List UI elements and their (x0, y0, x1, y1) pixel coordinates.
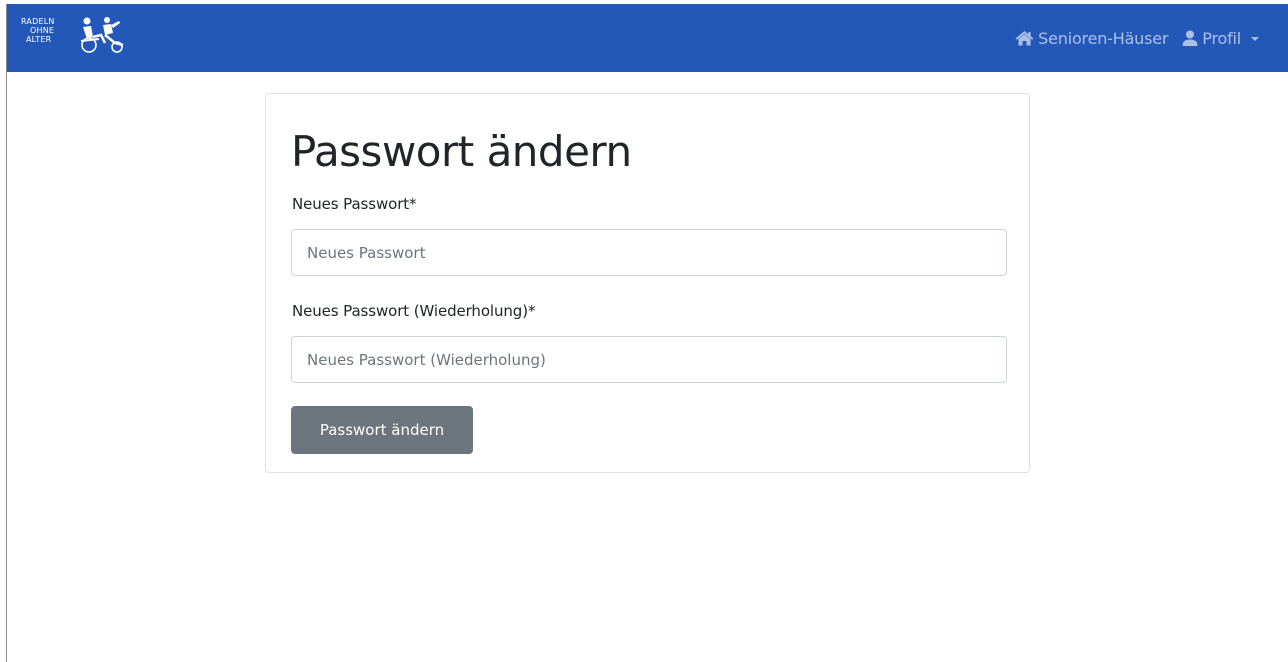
brand-wordmark: RADELN OHNE ALTER (21, 17, 55, 44)
nav-link-label: Profil (1202, 28, 1241, 48)
rickshaw-logo-icon (80, 17, 124, 53)
new-password-label: Neues Passwort* (292, 195, 417, 213)
chevron-down-icon (1251, 36, 1259, 41)
brand-line-3: ALTER (26, 35, 52, 44)
top-navbar: RADELN OHNE ALTER Senioren-Häuser Profil (7, 4, 1288, 72)
brand-line-2: OHNE (30, 26, 55, 35)
password-change-card: Passwort ändern Neues Passwort* Neues Pa… (265, 93, 1030, 473)
user-icon (1182, 30, 1198, 46)
nav-dropdown-profil[interactable]: Profil (1182, 29, 1259, 48)
brand-line-1: RADELN (21, 17, 55, 26)
repeat-password-label: Neues Passwort (Wiederholung)* (292, 302, 536, 320)
nav-link-senioren-haeuser[interactable]: Senioren-Häuser (1015, 29, 1168, 48)
repeat-password-input[interactable] (291, 336, 1007, 383)
brand-logo-link[interactable]: RADELN OHNE ALTER (21, 17, 131, 53)
nav-link-label: Senioren-Häuser (1038, 28, 1169, 48)
app-window: RADELN OHNE ALTER Senioren-Häuser Profil… (6, 4, 1288, 662)
new-password-input[interactable] (291, 229, 1007, 276)
change-password-button[interactable]: Passwort ändern (291, 406, 473, 454)
page-title: Passwort ändern (291, 127, 632, 176)
home-icon (1015, 31, 1034, 46)
navbar-links: Senioren-Häuser Profil (1015, 4, 1259, 72)
